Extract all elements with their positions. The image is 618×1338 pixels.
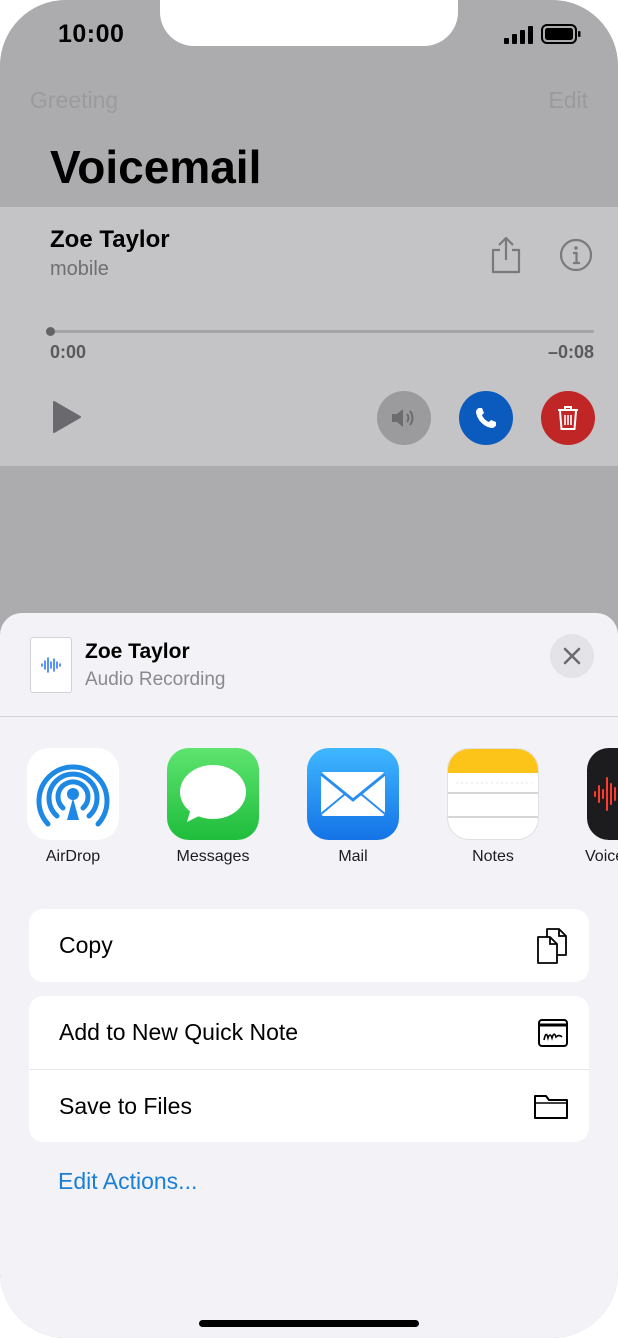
info-icon[interactable] (559, 238, 593, 272)
status-time: 10:00 (58, 20, 125, 48)
caller-label: mobile (50, 258, 109, 280)
page-title: Voicemail (50, 141, 262, 193)
speaker-button[interactable] (377, 391, 431, 445)
status-bar: 10:00 (0, 0, 618, 70)
edit-actions-link[interactable]: Edit Actions... (58, 1168, 197, 1195)
remaining-time: –0:08 (547, 342, 594, 362)
save-to-files-action[interactable]: Save to Files (29, 1069, 589, 1142)
mail-icon (307, 748, 399, 840)
actions-group-notes-files: Add to New Quick Note Save to Files (29, 996, 589, 1142)
app-label: Mail (338, 848, 368, 865)
action-label: Save to Files (59, 1092, 192, 1119)
home-indicator[interactable] (199, 1320, 419, 1327)
share-app-notes[interactable]: Notes (445, 748, 541, 866)
copy-action[interactable]: Copy (29, 909, 589, 982)
delete-button[interactable] (541, 391, 595, 445)
edit-button[interactable]: Edit (548, 87, 588, 114)
action-label: Add to New Quick Note (59, 1019, 299, 1045)
close-button[interactable] (550, 634, 594, 678)
share-app-voice-memos[interactable]: Voice (585, 748, 618, 866)
quick-note-action[interactable]: Add to New Quick Note (29, 996, 589, 1069)
share-app-airdrop[interactable]: AirDrop (25, 748, 121, 866)
folder-icon (534, 1095, 568, 1119)
share-sheet: Zoe Taylor Audio Recording AirDrop Messa… (0, 613, 618, 1338)
share-apps-row: AirDrop Messages Mail Notes Voic (0, 748, 618, 878)
trash-icon (558, 406, 578, 430)
playback-scrubber[interactable] (50, 330, 594, 333)
notes-icon (447, 748, 539, 840)
phone-screen: 10:00 Greeting Edit Voicemail Zoe Taylor… (0, 0, 618, 1338)
shared-item-title: Zoe Taylor (85, 640, 190, 663)
airdrop-icon (27, 748, 119, 840)
voice-memos-icon (587, 748, 618, 840)
action-label: Copy (59, 932, 113, 958)
cellular-signal-icon (504, 26, 533, 44)
play-icon[interactable] (52, 400, 82, 434)
greeting-button[interactable]: Greeting (30, 87, 118, 114)
speaker-icon (392, 409, 414, 427)
elapsed-time: 0:00 (50, 342, 87, 362)
audio-file-icon (30, 637, 72, 693)
phone-icon (476, 408, 496, 428)
app-label: Voice (585, 848, 618, 865)
messages-icon (167, 748, 259, 840)
copy-icon (537, 927, 567, 964)
actions-group-copy: Copy (29, 909, 589, 982)
share-icon[interactable] (489, 236, 523, 274)
caller-name: Zoe Taylor (50, 226, 170, 253)
close-icon (563, 647, 581, 665)
app-label: Notes (472, 848, 514, 865)
share-sheet-header: Zoe Taylor Audio Recording (0, 613, 618, 717)
call-back-button[interactable] (459, 391, 513, 445)
scrubber-knob[interactable] (46, 327, 55, 336)
app-label: AirDrop (45, 848, 101, 865)
notch (160, 0, 458, 46)
share-app-messages[interactable]: Messages (165, 748, 261, 866)
shared-item-subtitle: Audio Recording (85, 669, 226, 690)
share-app-mail[interactable]: Mail (305, 748, 401, 866)
app-label: Messages (176, 848, 250, 865)
battery-icon (541, 24, 581, 44)
quick-note-icon (538, 1018, 568, 1047)
